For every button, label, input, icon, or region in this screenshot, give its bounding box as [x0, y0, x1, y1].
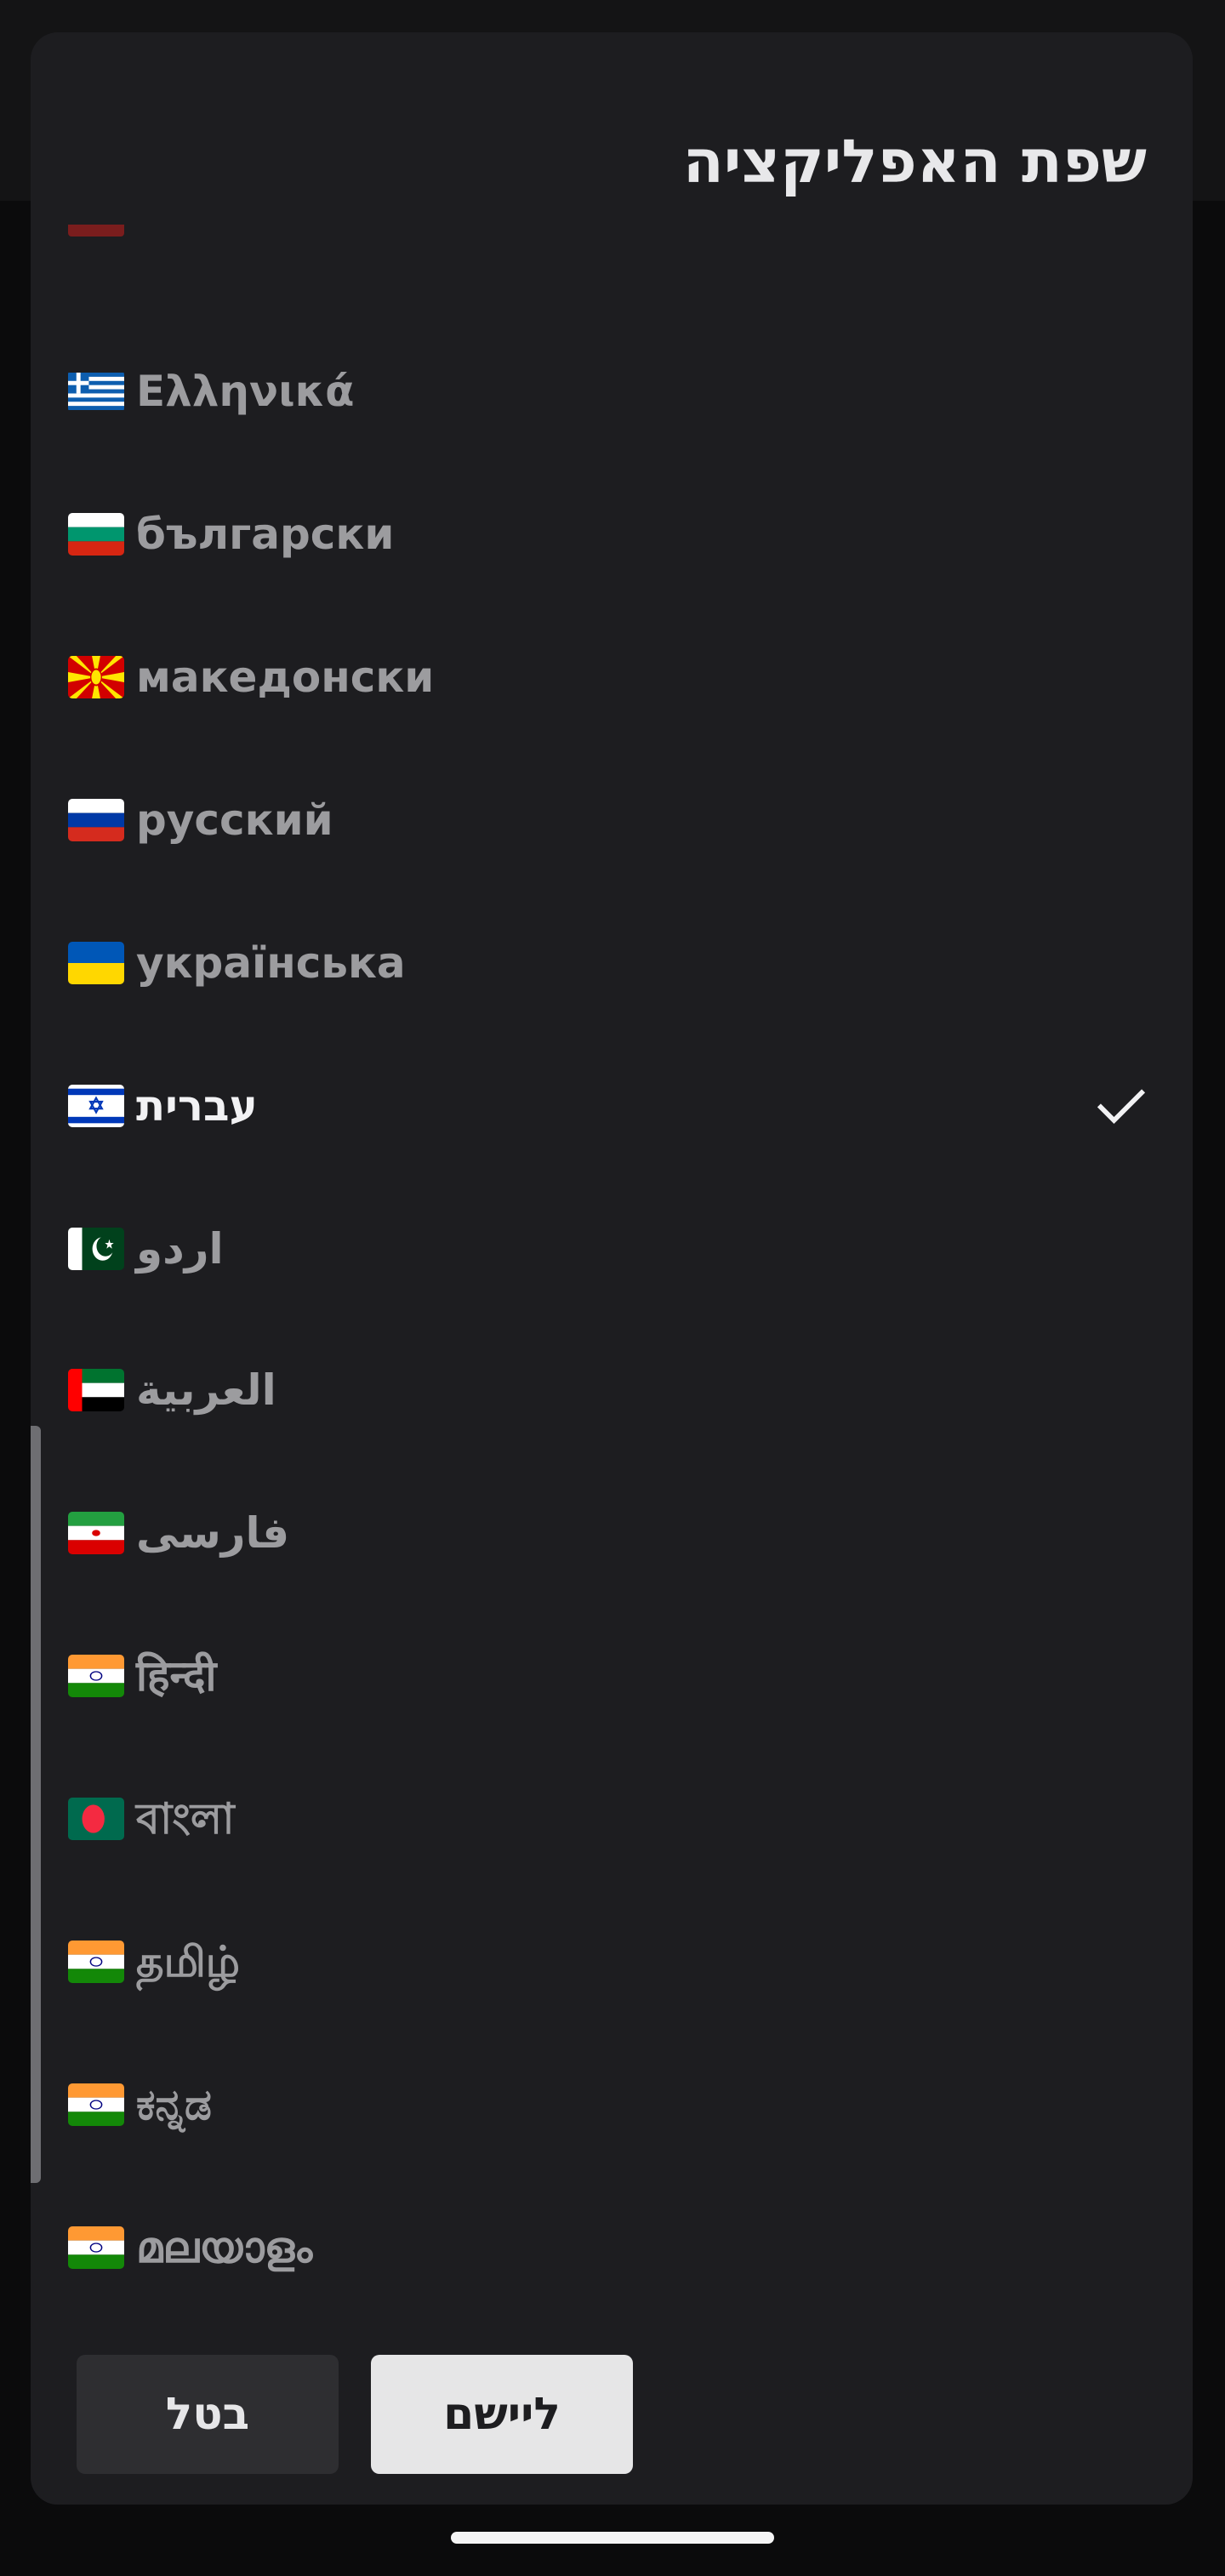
iran-flag-icon — [68, 1512, 124, 1554]
greece-flag-icon — [68, 370, 124, 413]
language-option-hindi[interactable]: हिन्दी — [31, 1616, 1193, 1735]
india-flag-icon — [68, 1941, 124, 1983]
language-option-tamil[interactable]: தமிழ் — [31, 1902, 1193, 2021]
language-label: עברית — [136, 1081, 258, 1131]
pakistan-flag-icon — [68, 1228, 124, 1270]
dialog-title: שפת האפליקציה — [682, 127, 1147, 197]
checkmark-icon — [1097, 1089, 1146, 1125]
india-flag-icon — [68, 2226, 124, 2269]
language-option-macedonian[interactable]: македонски — [31, 618, 1193, 737]
north-macedonia-flag-icon — [68, 656, 124, 698]
language-label: ಕನ್ನಡ — [136, 2080, 212, 2129]
language-label: українська — [136, 938, 406, 988]
language-option-kannada[interactable]: ಕನ್ನಡ — [31, 2045, 1193, 2164]
india-flag-icon — [68, 2083, 124, 2126]
language-option-persian[interactable]: فارسی — [31, 1473, 1193, 1593]
ukraine-flag-icon — [68, 942, 124, 984]
cancel-button[interactable]: בטל — [77, 2355, 339, 2474]
apply-button[interactable]: ליישם — [371, 2355, 633, 2474]
language-label: فارسی — [136, 1508, 290, 1558]
language-option-urdu[interactable]: اردو — [31, 1189, 1193, 1308]
language-label: বাংলা — [136, 1794, 235, 1844]
language-option-ukrainian[interactable]: українська — [31, 903, 1193, 1023]
russia-flag-icon — [68, 799, 124, 841]
language-option-malayalam[interactable]: മലയാളം — [31, 2188, 1193, 2300]
uae-flag-icon — [68, 1369, 124, 1411]
list-item-partial — [68, 225, 374, 250]
bangladesh-flag-icon — [68, 1798, 124, 1840]
language-label: македонски — [136, 653, 435, 702]
language-option-bengali[interactable]: বাংলা — [31, 1759, 1193, 1878]
list-scrollbar[interactable] — [31, 1426, 41, 2183]
bulgaria-flag-icon — [68, 513, 124, 556]
language-option-arabic[interactable]: العربية — [31, 1331, 1193, 1450]
language-label: हिन्दी — [136, 1651, 217, 1701]
language-label: اردو — [136, 1224, 224, 1274]
language-dialog: שפת האפליקציה Ελληνικά български македон… — [31, 32, 1193, 2505]
language-label: български — [136, 510, 395, 559]
language-label: മലയാളം — [136, 2223, 313, 2272]
partial-flag-icon — [68, 225, 124, 237]
india-flag-icon — [68, 1655, 124, 1697]
language-label: العربية — [136, 1365, 276, 1415]
language-option-bulgarian[interactable]: български — [31, 475, 1193, 594]
language-label: русский — [136, 795, 333, 845]
language-option-hebrew[interactable]: עברית — [31, 1046, 1193, 1165]
home-indicator[interactable] — [451, 2532, 774, 2544]
language-list[interactable]: Ελληνικά български македонски русский ук… — [31, 225, 1193, 2300]
language-label: தமிழ் — [136, 1937, 241, 1986]
language-option-greek[interactable]: Ελληνικά — [31, 332, 1193, 451]
israel-flag-icon — [68, 1085, 124, 1127]
language-option-russian[interactable]: русский — [31, 761, 1193, 880]
language-label: Ελληνικά — [136, 367, 355, 416]
